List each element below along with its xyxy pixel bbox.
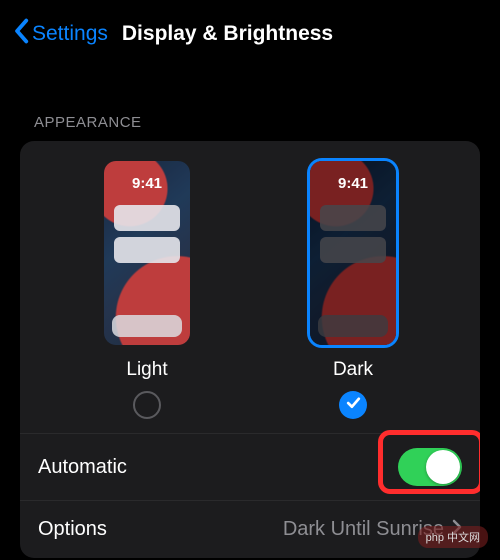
appearance-card: 9:41 Light 9:41 Dark Automatic [20, 141, 480, 558]
light-label: Light [126, 359, 167, 381]
appearance-option-light[interactable]: 9:41 Light [104, 161, 190, 419]
automatic-toggle[interactable] [398, 448, 462, 486]
nav-header: Settings Display & Brightness [0, 0, 500, 62]
chevron-left-icon [12, 18, 30, 50]
toggle-knob [426, 450, 460, 484]
watermark-badge: php 中文网 [418, 526, 488, 548]
dark-radio[interactable] [339, 391, 367, 419]
appearance-options: 9:41 Light 9:41 Dark [20, 141, 480, 433]
options-row[interactable]: Options Dark Until Sunrise [20, 500, 480, 558]
thumb-time: 9:41 [338, 175, 368, 192]
options-label: Options [38, 518, 107, 541]
automatic-row: Automatic [20, 433, 480, 500]
light-radio[interactable] [133, 391, 161, 419]
appearance-option-dark[interactable]: 9:41 Dark [310, 161, 396, 419]
page-title: Display & Brightness [122, 22, 333, 46]
light-thumbnail: 9:41 [104, 161, 190, 345]
back-button[interactable]: Settings [12, 18, 108, 50]
dark-thumbnail: 9:41 [310, 161, 396, 345]
thumb-time: 9:41 [132, 175, 162, 192]
back-label: Settings [32, 22, 108, 46]
appearance-section-label: APPEARANCE [0, 62, 500, 141]
automatic-label: Automatic [38, 456, 127, 479]
dark-label: Dark [333, 359, 373, 381]
checkmark-icon [345, 394, 362, 416]
